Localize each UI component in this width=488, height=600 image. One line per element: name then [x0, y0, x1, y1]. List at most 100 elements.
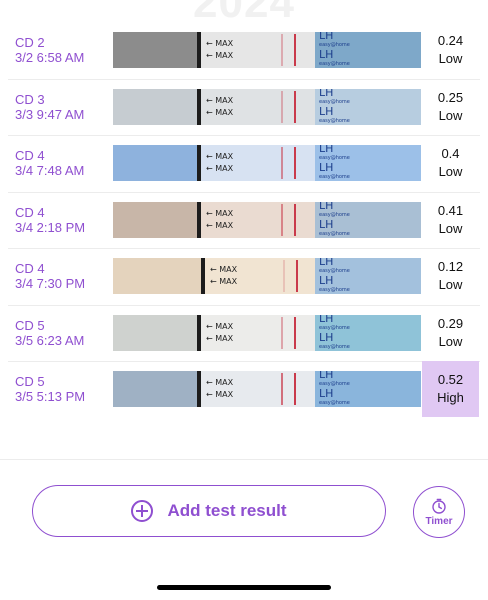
test-strip-photo[interactable]: ← MAX ← MAX LH easy@home LH easy@home [113, 314, 421, 351]
test-result-row[interactable]: CD 4 3/4 7:30 PM ← MAX ← MAX LH easy@home LH ea… [0, 248, 488, 305]
test-strip-photo[interactable]: ← MAX ← MAX LH easy@home LH easy@home [113, 32, 421, 69]
test-line [280, 147, 283, 180]
cycle-day: CD 2 [15, 35, 45, 51]
test-result-row[interactable]: CD 5 3/5 6:23 AM ← MAX ← MAX LH easy@home LH ea… [0, 304, 488, 362]
strip-handle [113, 88, 197, 125]
result-badge: 0.4 Low [422, 135, 479, 191]
control-line [294, 203, 297, 236]
test-datetime: 3/4 7:48 AM [15, 163, 85, 179]
lh-level: Low [438, 51, 463, 66]
test-result-row[interactable]: CD 5 3/5 5:13 PM ← MAX ← MAX LH easy@home LH ea… [0, 361, 488, 418]
test-strip-photo[interactable]: ← MAX ← MAX LH easy@home LH easy@home [113, 145, 421, 182]
strip-result-window [257, 258, 315, 295]
test-result-row[interactable]: CD 4 3/4 7:48 AM ← MAX ← MAX LH easy@home LH ea… [0, 135, 488, 192]
max-label: ← MAX [206, 208, 234, 218]
lh-level: Low [438, 277, 463, 292]
test-line [280, 316, 283, 349]
max-label: ← MAX [206, 95, 234, 105]
test-line [280, 90, 283, 123]
lh-level: Low [438, 107, 463, 123]
wrapper-print-text: LH [319, 217, 334, 231]
test-result-row[interactable]: CD 3 3/3 9:47 AM ← MAX ← MAX LH easy@home LH ea… [0, 78, 488, 136]
test-strip-photo[interactable]: ← MAX ← MAX LH easy@home LH easy@home [113, 201, 421, 238]
wrapper-print-text: LH [319, 32, 334, 43]
result-badge: 0.25 Low [422, 79, 479, 135]
cycle-day: CD 4 [15, 261, 45, 277]
lh-value: 0.12 [437, 259, 464, 274]
test-line [280, 373, 283, 406]
max-label: ← MAX [206, 321, 234, 331]
add-test-result-button[interactable]: Add test result [32, 485, 386, 537]
strip-wrapper-print: LH easy@home LH easy@home [315, 32, 421, 69]
test-datetime: 3/3 9:47 AM [15, 106, 85, 122]
strip-result-window [253, 371, 315, 408]
strip-result-window [253, 88, 315, 125]
cycle-day: CD 5 [15, 317, 45, 333]
wrapper-print-text: LH [319, 201, 334, 212]
result-badge: 0.24 Low [422, 22, 479, 78]
wrapper-print-text: LH [319, 274, 334, 288]
test-result-row[interactable]: CD 4 3/4 2:18 PM ← MAX ← MAX LH easy@home LH ea… [0, 191, 488, 249]
strip-handle [113, 314, 197, 351]
test-date-label: CD 4 3/4 2:18 PM [0, 205, 113, 235]
lh-value: 0.24 [437, 33, 464, 48]
control-line [294, 90, 297, 123]
strip-max-zone: ← MAX ← MAX [201, 201, 253, 238]
test-datetime: 3/5 6:23 AM [15, 332, 85, 348]
wrapper-print-text: easy@home [319, 230, 350, 237]
strip-handle [113, 145, 197, 182]
lh-level: High [437, 390, 464, 405]
wrapper-print-text: easy@home [319, 381, 350, 388]
wrapper-print-text: easy@home [319, 117, 350, 124]
result-badge: 0.41 Low [422, 192, 479, 248]
control-line [294, 316, 297, 349]
lh-level: Low [438, 164, 463, 179]
max-label: ← MAX [206, 220, 234, 230]
strip-max-zone: ← MAX ← MAX [201, 32, 253, 69]
wrapper-print-text: LH [319, 258, 334, 269]
strip-handle [113, 258, 201, 295]
strip-result-window [253, 314, 315, 351]
strip-wrapper-print: LH easy@home LH easy@home [315, 88, 421, 125]
wrapper-print-text: LH [319, 314, 334, 325]
timer-button[interactable]: Timer [413, 486, 465, 538]
wrapper-print-text: LH [319, 371, 334, 382]
lh-value: 0.52 [437, 372, 464, 387]
result-badge: 0.29 Low [422, 305, 479, 361]
lh-value: 0.41 [437, 202, 464, 218]
strip-handle [113, 32, 197, 69]
control-line [294, 147, 297, 180]
test-line [280, 203, 283, 236]
wrapper-print-text: easy@home [319, 324, 350, 331]
cycle-day: CD 4 [15, 148, 45, 164]
test-date-label: CD 4 3/4 7:30 PM [0, 261, 113, 291]
test-datetime: 3/2 6:58 AM [15, 50, 85, 66]
wrapper-print-text: easy@home [319, 155, 350, 162]
wrapper-print-text: easy@home [319, 42, 350, 49]
timer-label: Timer [425, 515, 453, 527]
test-result-row[interactable]: CD 2 3/2 6:58 AM ← MAX ← MAX LH easy@home LH ea… [0, 22, 488, 79]
test-strip-photo[interactable]: ← MAX ← MAX LH easy@home LH easy@home [113, 371, 421, 408]
home-indicator [157, 585, 331, 590]
strip-max-zone: ← MAX ← MAX [205, 258, 257, 295]
test-date-label: CD 2 3/2 6:58 AM [0, 35, 113, 65]
max-label: ← MAX [210, 265, 238, 275]
test-date-label: CD 3 3/3 9:47 AM [0, 92, 113, 122]
control-line [294, 34, 297, 67]
wrapper-print-text: LH [319, 161, 334, 175]
plus-circle-icon [131, 500, 154, 522]
max-label: ← MAX [206, 107, 234, 117]
test-date-label: CD 5 3/5 5:13 PM [0, 374, 113, 404]
test-strip-photo[interactable]: ← MAX ← MAX LH easy@home LH easy@home [113, 88, 421, 125]
test-strip-photo[interactable]: ← MAX ← MAX LH easy@home LH easy@home [113, 258, 421, 295]
max-label: ← MAX [206, 164, 234, 174]
lh-value: 0.25 [437, 89, 464, 105]
test-datetime: 3/4 7:30 PM [15, 276, 86, 292]
strip-wrapper-print: LH easy@home LH easy@home [315, 201, 421, 238]
max-label: ← MAX [206, 333, 234, 343]
strip-max-zone: ← MAX ← MAX [201, 88, 253, 125]
test-date-label: CD 5 3/5 6:23 AM [0, 318, 113, 348]
test-date-label: CD 4 3/4 7:48 AM [0, 148, 113, 178]
wrapper-print-text: easy@home [319, 174, 350, 181]
wrapper-print-text: LH [319, 145, 334, 156]
